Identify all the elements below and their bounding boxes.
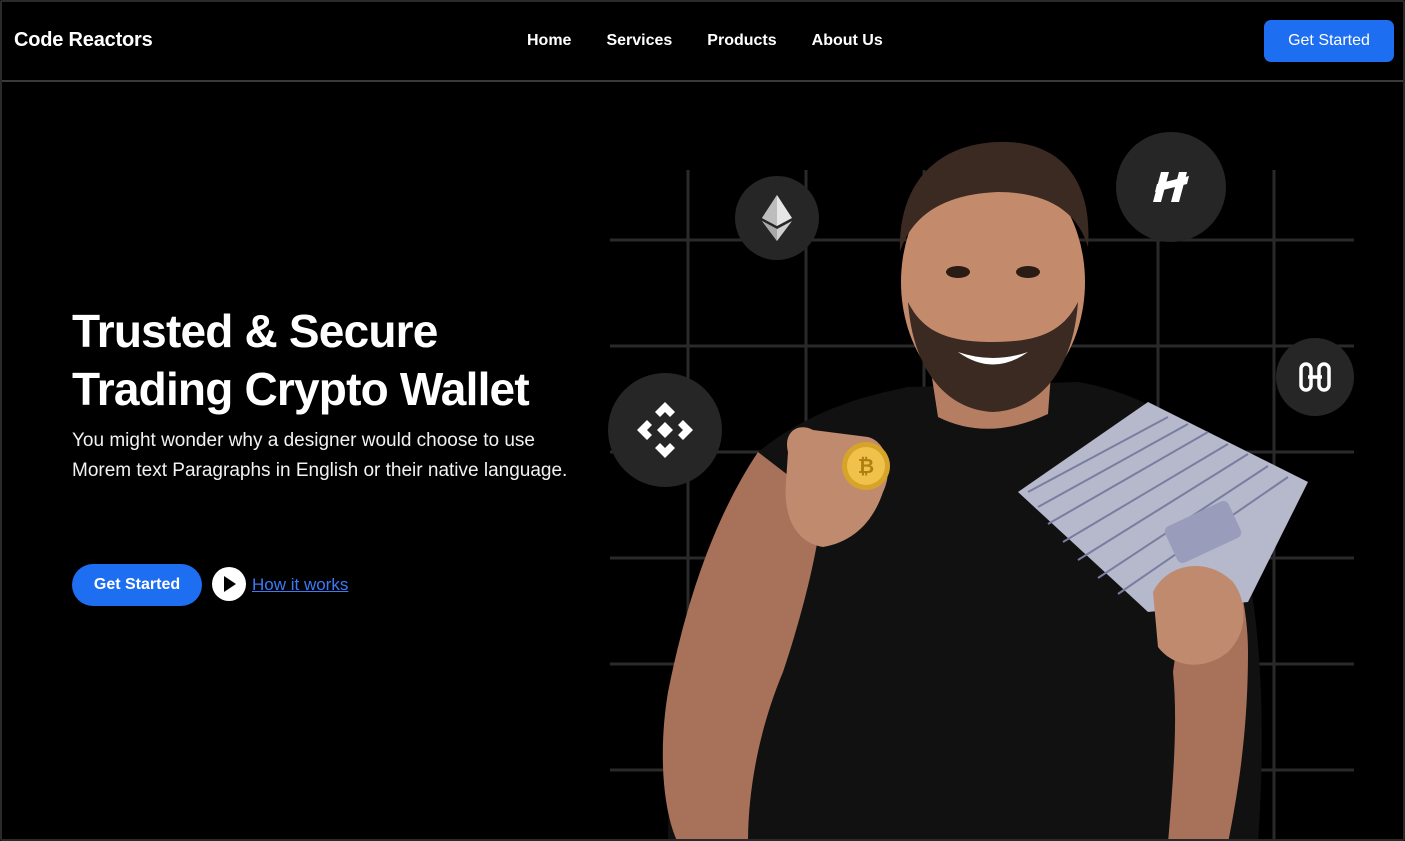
hero-title: Trusted & Secure Trading Crypto Wallet bbox=[72, 302, 592, 418]
hero-title-line-2: Trading Crypto Wallet bbox=[72, 363, 530, 415]
hero-subtitle: You might wonder why a designer would ch… bbox=[72, 430, 568, 481]
brand-logo[interactable]: Code Reactors bbox=[14, 29, 153, 52]
nav-links: Home Services Products About Us bbox=[527, 32, 918, 50]
page-frame: Code Reactors Home Services Products Abo… bbox=[0, 0, 1405, 841]
play-icon[interactable] bbox=[212, 567, 246, 601]
ethereum-icon bbox=[735, 176, 819, 260]
hero-title-line-1: Trusted & Secure bbox=[72, 305, 438, 357]
how-it-works-link[interactable]: How it works bbox=[252, 575, 348, 595]
nav-get-started-button[interactable]: Get Started bbox=[1264, 20, 1394, 62]
nav-link-products[interactable]: Products bbox=[707, 32, 776, 50]
nav-link-about-us[interactable]: About Us bbox=[812, 32, 883, 50]
hedera-icon bbox=[1276, 338, 1354, 416]
hero-visual: ₿ bbox=[608, 132, 1358, 839]
nav-link-services[interactable]: Services bbox=[606, 32, 672, 50]
bitcoin-coin-icon: ₿ bbox=[858, 454, 874, 478]
nav-link-home[interactable]: Home bbox=[527, 32, 571, 50]
navbar: Code Reactors Home Services Products Abo… bbox=[2, 2, 1403, 82]
harmony-icon bbox=[1116, 132, 1226, 242]
hero-get-started-button[interactable]: Get Started bbox=[72, 564, 202, 606]
person-holding-money-image: ₿ bbox=[662, 141, 1308, 839]
binance-icon bbox=[608, 373, 722, 487]
